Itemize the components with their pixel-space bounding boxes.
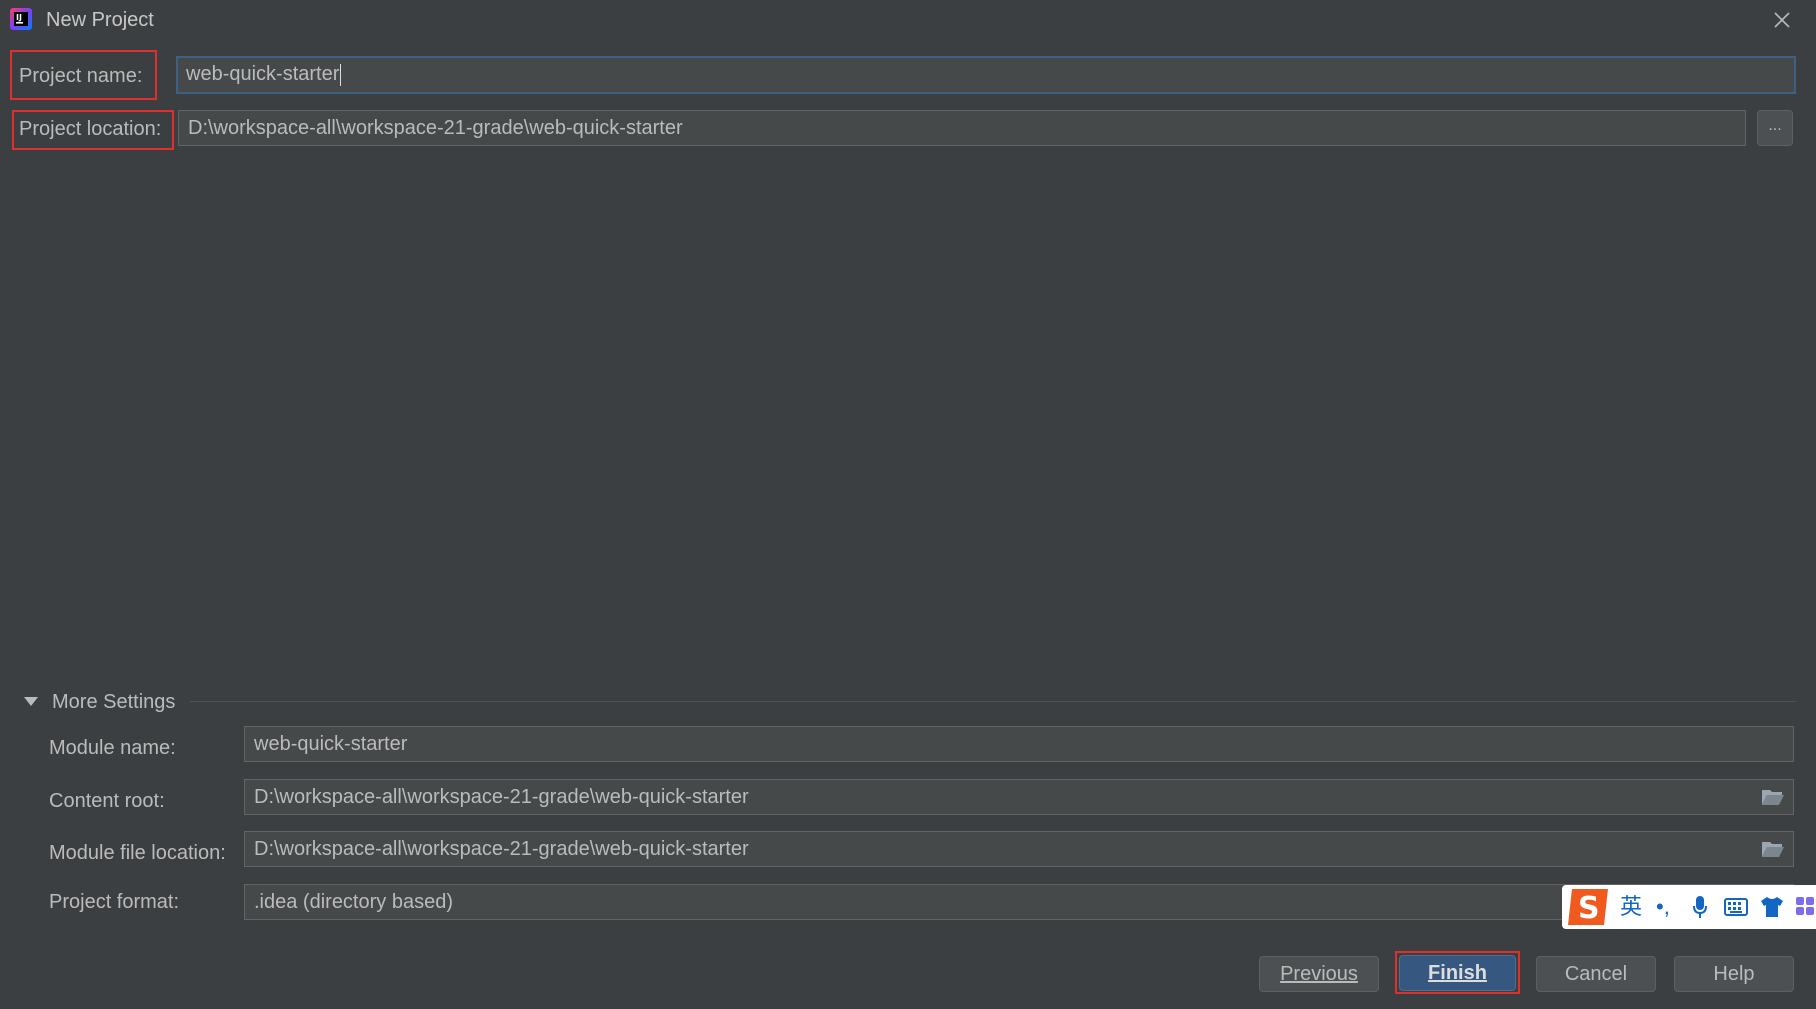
module-file-location-label: Module file location: [49,842,226,864]
sogou-logo-icon[interactable]: S [1564,887,1612,927]
module-name-label: Module name: [49,737,176,759]
shirt-icon[interactable] [1760,895,1784,919]
project-format-label: Project format: [49,891,180,913]
finish-button-label: Finish [1428,962,1487,984]
window-title: New Project [46,9,154,31]
project-location-input[interactable]: D:\workspace-all\workspace-21-grade\web-… [178,110,1746,146]
previous-button[interactable]: Previous [1259,956,1379,992]
help-button[interactable]: Help [1674,956,1794,992]
project-name-label: Project name: [19,65,143,87]
content-root-value: D:\workspace-all\workspace-21-grade\web-… [254,786,749,808]
intellij-idea-icon: IJ [10,8,32,30]
module-file-location-input[interactable]: D:\workspace-all\workspace-21-grade\web-… [244,831,1794,867]
svg-text:S: S [1578,891,1600,926]
module-file-location-value: D:\workspace-all\workspace-21-grade\web-… [254,838,749,860]
content-root-input[interactable]: D:\workspace-all\workspace-21-grade\web-… [244,779,1794,815]
microphone-icon[interactable] [1692,895,1708,919]
previous-button-label: Previous [1280,963,1358,985]
finish-button[interactable]: Finish [1399,955,1516,991]
text-caret [340,63,342,86]
project-location-label: Project location: [19,118,162,140]
svg-text:IJ: IJ [16,13,22,22]
project-name-input[interactable]: web-quick-starter [176,56,1796,94]
cancel-button[interactable]: Cancel [1536,956,1656,992]
close-icon[interactable] [1770,8,1794,32]
project-name-value: web-quick-starter [186,63,340,85]
module-name-input[interactable]: web-quick-starter [244,726,1794,762]
ime-mode-indicator[interactable]: 英 [1620,895,1642,919]
folder-icon[interactable] [1761,839,1785,859]
grid-icon[interactable] [1796,897,1816,917]
section-divider [190,701,1796,702]
ime-toolbar: S 英 •, [1562,885,1816,929]
content-root-label: Content root: [49,790,165,812]
title-bar: IJ New Project [0,0,1816,40]
collapse-triangle-icon[interactable] [24,697,38,706]
browse-location-button[interactable]: ... [1757,110,1793,146]
more-settings-title[interactable]: More Settings [52,690,175,714]
project-location-value: D:\workspace-all\workspace-21-grade\web-… [188,117,683,139]
keyboard-icon[interactable] [1724,897,1748,917]
ime-punctuation-indicator[interactable]: •, [1656,895,1670,919]
folder-icon[interactable] [1761,787,1785,807]
project-format-value: .idea (directory based) [254,891,453,913]
module-name-value: web-quick-starter [254,733,408,755]
